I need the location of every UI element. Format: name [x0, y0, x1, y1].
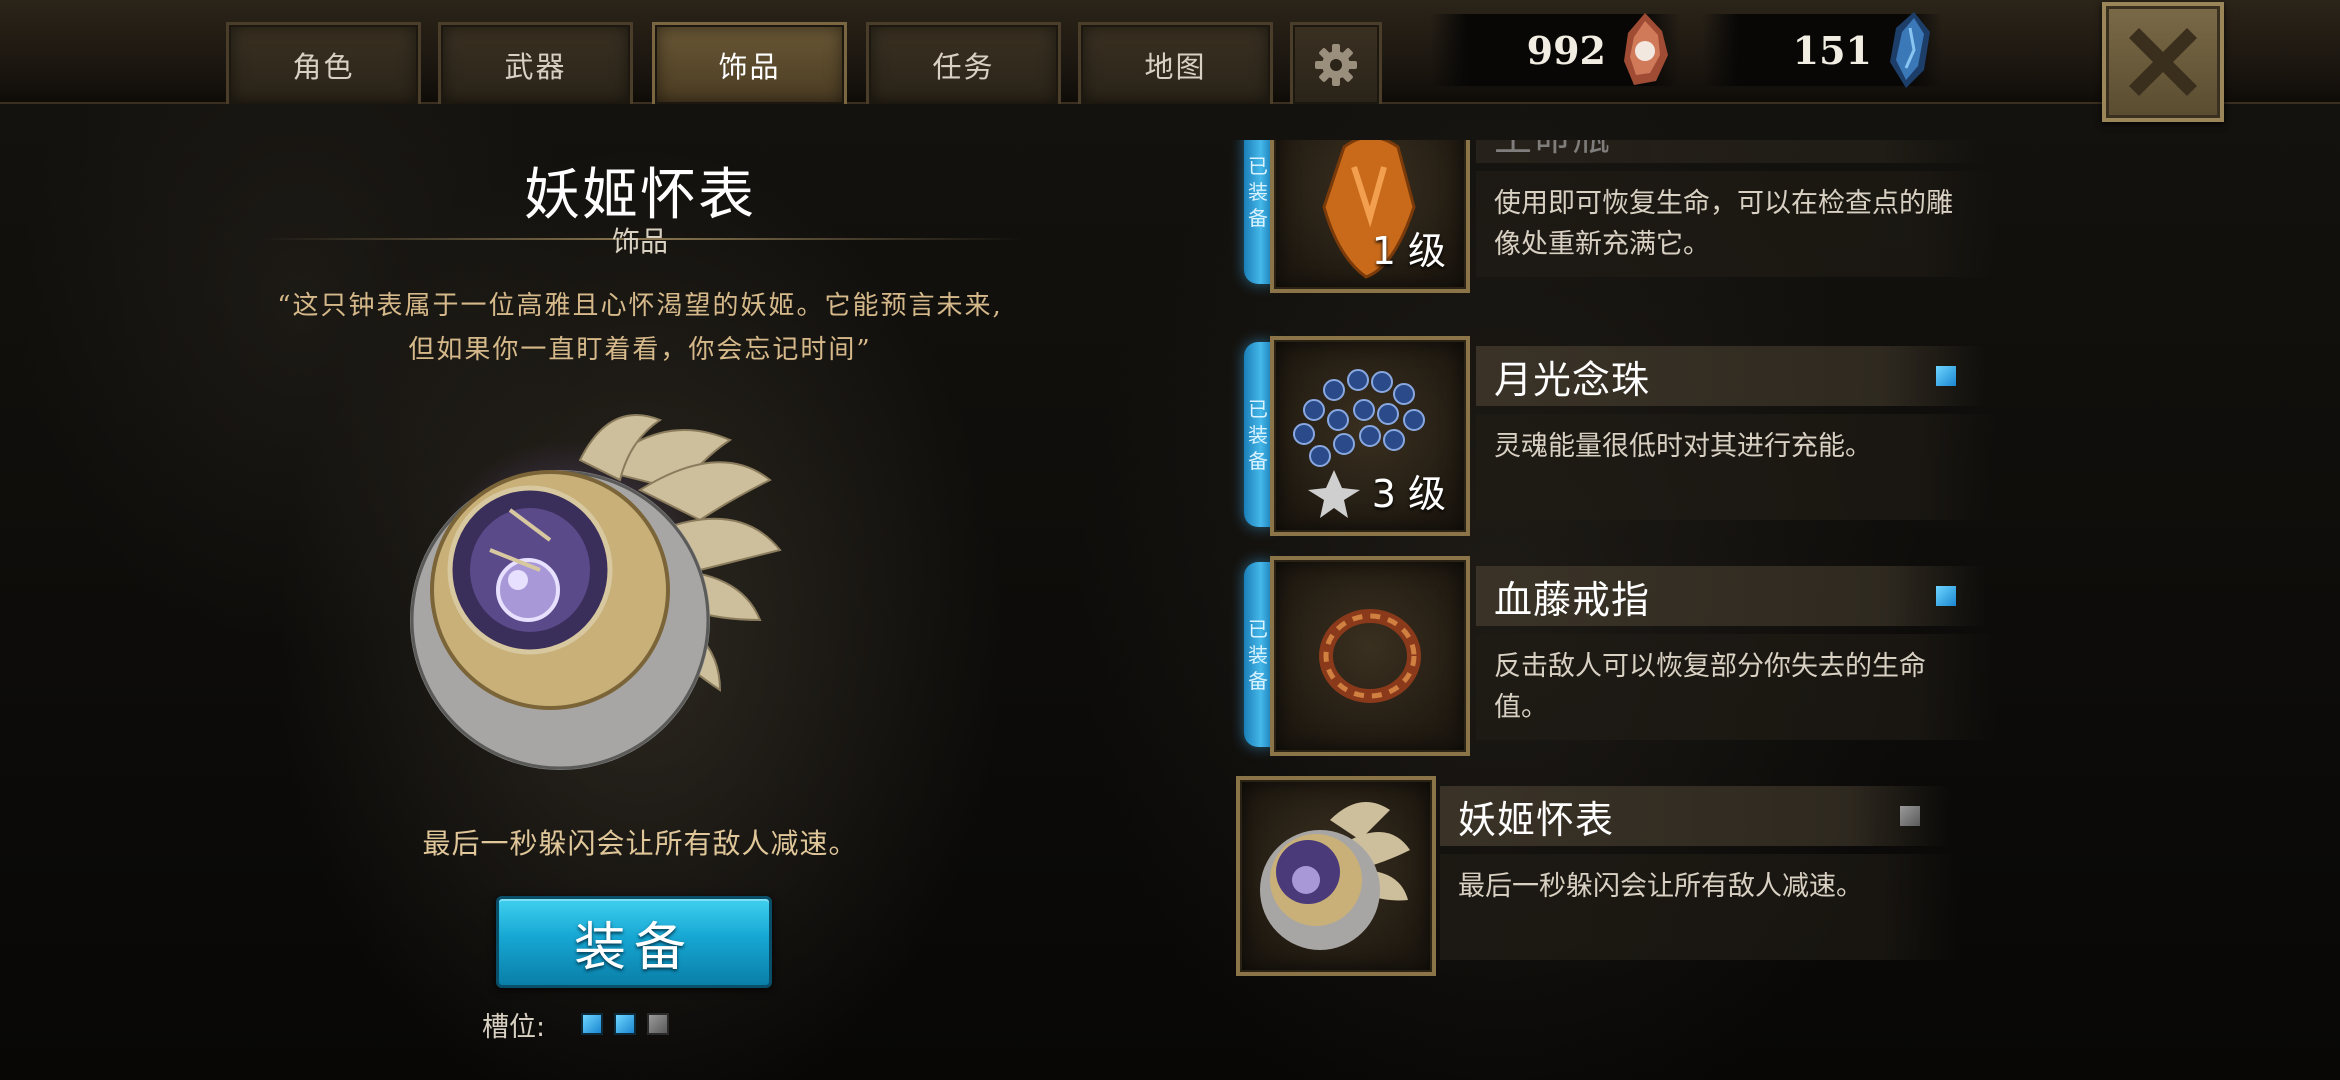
soul-shard-icon [1624, 13, 1668, 85]
item-thumb [1270, 556, 1470, 756]
flavor-line-2: 但如果你一直盯着看，你会忘记时间” [408, 335, 872, 365]
equip-button[interactable]: 装备 [496, 896, 772, 988]
list-item-siren-pocketwatch[interactable]: 妖姬怀表 最后一秒躲闪会让所有敌人减速。 [1230, 776, 2030, 981]
item-thumb: 1 级 [1270, 140, 1470, 293]
top-bar: 角色 武器 饰品 任务 地图 992 151 [0, 0, 2340, 122]
item-name: 血藤戒指 [1494, 577, 1651, 622]
item-name: 月光念珠 [1494, 357, 1651, 402]
close-button[interactable] [2102, 2, 2224, 122]
flavor-line-1: “这只钟表属于一位高雅且心怀渴望的妖姬。它能预言未来, [277, 291, 1003, 321]
gear-icon [1315, 43, 1357, 86]
tab-weapons[interactable]: 武器 [438, 22, 633, 104]
slot-cost-indicator [1936, 366, 1956, 386]
tab-accessories[interactable]: 饰品 [652, 22, 847, 104]
item-thumb: 3 级 [1270, 336, 1470, 536]
tab-character[interactable]: 角色 [226, 22, 421, 104]
slot-cost-indicator [1936, 586, 1956, 606]
item-desc: 反击敌人可以恢复部分你失去的生命值。 [1476, 634, 1996, 740]
item-thumb [1236, 776, 1436, 976]
item-flavor-text: “这只钟表属于一位高雅且心怀渴望的妖姬。它能预言未来, 但如果你一直盯着看，你会… [230, 284, 1050, 372]
item-name-bar: 月光念珠 [1476, 346, 1986, 406]
settings-button[interactable] [1290, 22, 1382, 104]
accessory-list[interactable]: 已 装 备 1 级 生命瓶 使用即可恢复生命，可以在检查点的雕像处重新充满它。 … [1230, 140, 2030, 1000]
item-level: 1 级 [1371, 229, 1446, 273]
siren-pocketwatch-icon [1260, 802, 1410, 950]
item-category: 饰品 [611, 225, 668, 258]
item-title: 妖姬怀表 [524, 163, 756, 228]
currency-souls: 992 [1430, 13, 1680, 86]
item-name: 妖姬怀表 [1458, 797, 1615, 842]
item-name-bar: 生命瓶 [1476, 140, 1986, 163]
slot-indicator: 槽位: [482, 1004, 680, 1044]
item-level: 3 级 [1371, 472, 1446, 516]
blood-vine-ring-icon [1319, 609, 1421, 703]
item-name-bar: 妖姬怀表 [1440, 786, 1950, 846]
item-name-bar: 血藤戒指 [1476, 566, 1986, 626]
currency-crystals: 151 [1702, 12, 1942, 88]
souls-count: 992 [1526, 27, 1606, 73]
equipped-marker: 已 装 备 [1244, 562, 1272, 747]
close-icon [2129, 28, 2197, 96]
slots-label: 槽位: [482, 1011, 546, 1043]
blue-crystal-icon [1890, 12, 1930, 88]
item-desc: 最后一秒躲闪会让所有敌人减速。 [1440, 854, 1960, 960]
slot-filled [614, 1013, 637, 1035]
list-item-life-flask[interactable]: 已 装 备 1 级 生命瓶 使用即可恢复生命，可以在检查点的雕像处重新充满它。 [1230, 140, 2030, 298]
slot-filled [581, 1013, 604, 1035]
siren-pocketwatch-image [400, 400, 880, 800]
list-item-moonlight-beads[interactable]: 已 装 备 3 级 月光念珠 灵魂能量很低时对其进行充能。 [1230, 336, 2030, 541]
item-desc: 灵魂能量很低时对其进行充能。 [1476, 414, 1996, 520]
item-desc: 使用即可恢复生命，可以在检查点的雕像处重新充满它。 [1476, 171, 1996, 277]
slot-cost-indicator [1900, 806, 1920, 826]
item-effect-text: 最后一秒躲闪会让所有敌人减速。 [422, 827, 858, 860]
item-name: 生命瓶 [1494, 140, 1611, 161]
equipped-marker: 已 装 备 [1244, 342, 1272, 527]
equipped-marker: 已 装 备 [1244, 140, 1272, 284]
tab-map[interactable]: 地图 [1078, 22, 1273, 104]
tab-quests[interactable]: 任务 [866, 22, 1061, 104]
crystal-count: 151 [1792, 27, 1872, 73]
list-item-blood-vine-ring[interactable]: 已 装 备 血藤戒指 反击敌人可以恢复部分你失去的生命值。 [1230, 556, 2030, 761]
slot-empty [647, 1013, 670, 1035]
